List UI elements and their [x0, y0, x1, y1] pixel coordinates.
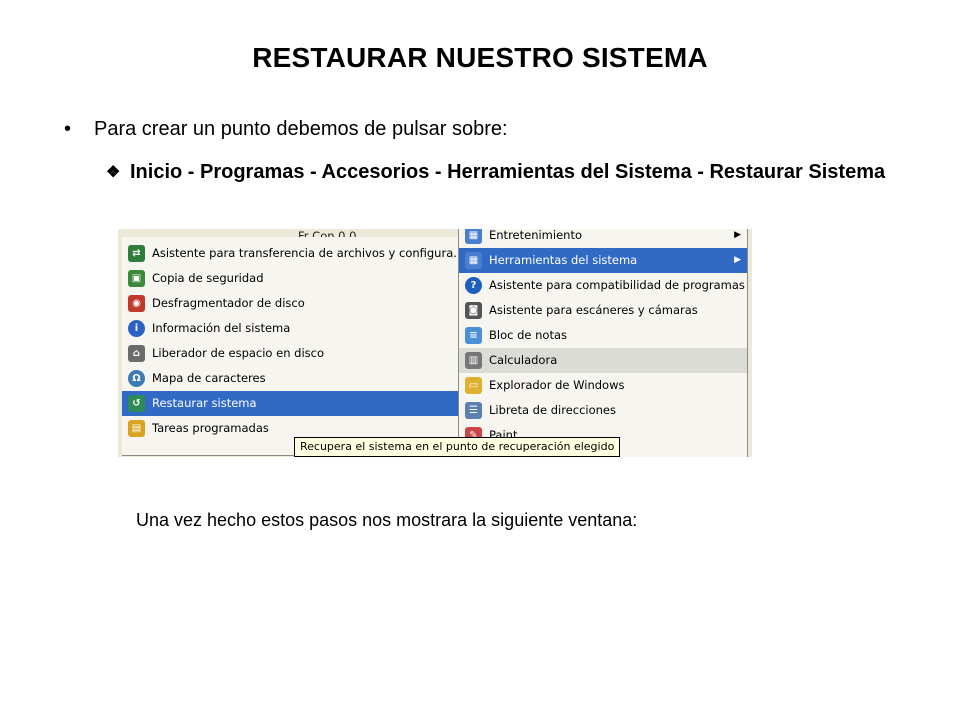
tooltip: Recupera el sistema en el punto de recup… [294, 437, 621, 457]
menu-item-label: Explorador de Windows [489, 378, 625, 392]
address-book-icon: ☰ [465, 402, 482, 419]
system-info-icon: i [128, 320, 145, 337]
character-map-icon: Ω [128, 370, 145, 387]
sub-bullet-text: Inicio - Programas - Accesorios - Herram… [130, 161, 886, 183]
menu-item-calculator[interactable]: ▥ Calculadora [459, 348, 747, 373]
menu-item-entertainment[interactable]: ▦ Entretenimiento ▶ [459, 229, 747, 248]
disk-cleanup-icon: ⌂ [128, 345, 145, 362]
menu-item-label: Calculadora [489, 353, 558, 367]
menu-item-windows-explorer[interactable]: ▭ Explorador de Windows [459, 373, 747, 398]
bullet-item: • Para crear un punto debemos de pulsar s… [64, 118, 508, 141]
menu-item-label: Desfragmentador de disco [152, 296, 305, 310]
menu-item-label: Copia de seguridad [152, 271, 264, 285]
calculator-icon: ▥ [465, 352, 482, 369]
bullet-text: Para crear un punto debemos de pulsar so… [94, 118, 508, 140]
backup-icon: ▣ [128, 270, 145, 287]
windows-explorer-icon: ▭ [465, 377, 482, 394]
menu-item-label: Bloc de notas [489, 328, 568, 342]
caption-text: Una vez hecho estos pasos nos mostrara l… [136, 510, 638, 530]
submenu-arrow-icon: ▶ [734, 230, 741, 240]
menu-item-label: Mapa de caracteres [152, 371, 266, 385]
menu-item-label: Liberador de espacio en disco [152, 346, 324, 360]
defrag-icon: ◉ [128, 295, 145, 312]
compatibility-wizard-icon: ? [465, 277, 482, 294]
menu-item-compatibility-wizard[interactable]: ? Asistente para compatibilidad de progr… [459, 273, 747, 298]
submenu-arrow-icon: ▶ [734, 255, 741, 265]
notepad-icon: ≡ [465, 327, 482, 344]
start-menu-screenshot: Fr Con 0.0 ⇄ Asistente para transferenci… [118, 229, 752, 457]
bullet-dot-icon: • [64, 118, 72, 140]
menu-item-label: Asistente para escáneres y cámaras [489, 303, 698, 317]
scheduled-tasks-icon: ▤ [128, 420, 145, 437]
menu-item-label: Asistente para compatibilidad de program… [489, 278, 745, 292]
diamond-bullet-icon: ❖ [106, 164, 121, 181]
menu-item-scanner-wizard[interactable]: ◙ Asistente para escáneres y cámaras [459, 298, 747, 323]
menu-item-label: Información del sistema [152, 321, 291, 335]
scanner-camera-icon: ◙ [465, 302, 482, 319]
system-restore-icon: ↺ [128, 395, 145, 412]
menu-item-label: Restaurar sistema [152, 396, 257, 410]
sub-bullet-item: ❖ Inicio - Programas - Accesorios - Herra… [106, 158, 926, 187]
slide-title: RESTAURAR NUESTRO SISTEMA [252, 42, 708, 73]
menu-item-label: Herramientas del sistema [489, 253, 638, 267]
menu-item-label: Entretenimiento [489, 229, 582, 242]
menu-item-label: Libreta de direcciones [489, 403, 616, 417]
accessories-menu: ▦ Entretenimiento ▶ ▦ Herramientas del s… [458, 229, 748, 457]
menu-item-notepad[interactable]: ≡ Bloc de notas [459, 323, 747, 348]
entertainment-icon: ▦ [465, 229, 482, 244]
menu-item-address-book[interactable]: ☰ Libreta de direcciones [459, 398, 747, 423]
menu-item-system-tools[interactable]: ▦ Herramientas del sistema ▶ [459, 248, 747, 273]
menu-item-label: Asistente para transferencia de archivos… [152, 246, 465, 260]
system-tools-icon: ▦ [465, 252, 482, 269]
transfer-wizard-icon: ⇄ [128, 245, 145, 262]
menu-item-label: Tareas programadas [152, 421, 269, 435]
